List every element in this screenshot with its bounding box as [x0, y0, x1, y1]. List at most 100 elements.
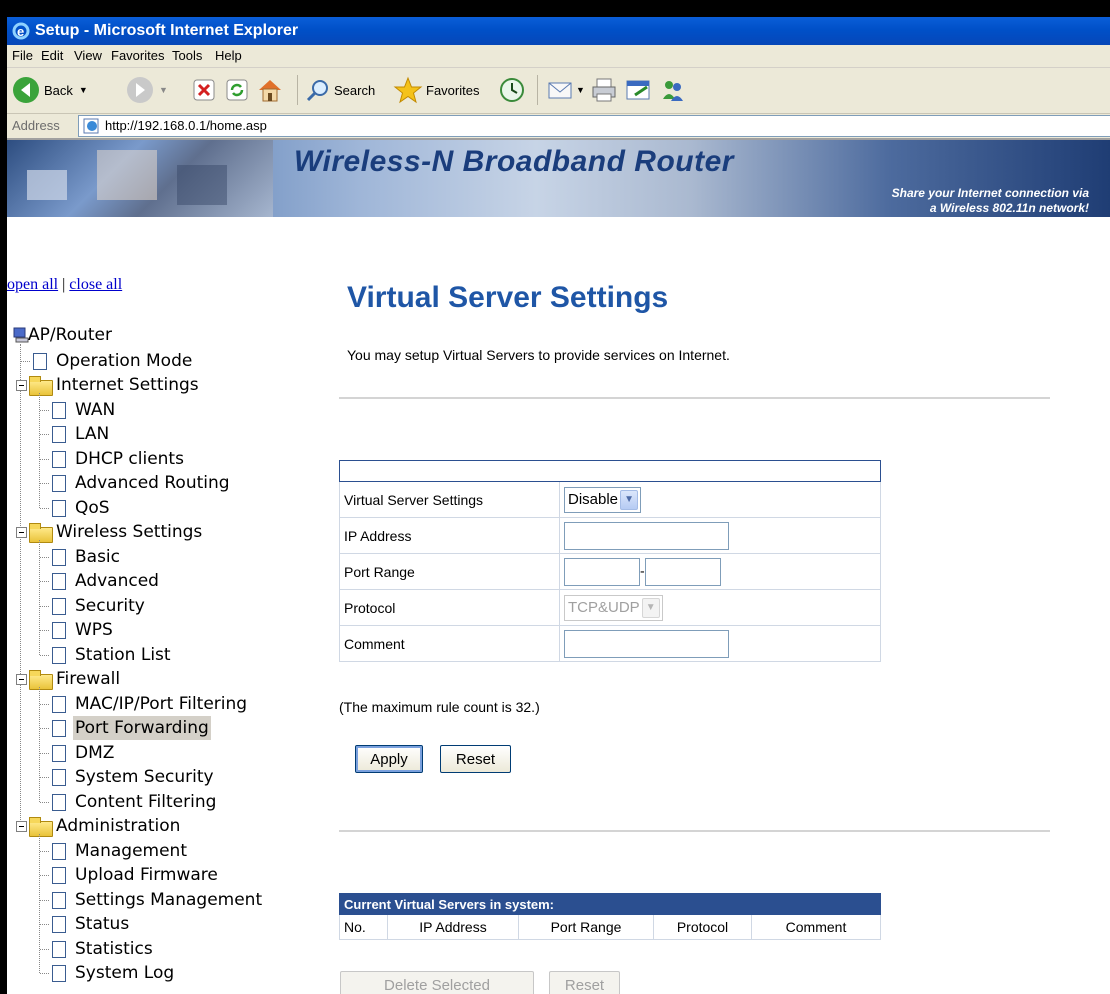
page-icon: [83, 118, 99, 134]
page-icon: [52, 769, 66, 786]
page-icon: [52, 891, 66, 909]
refresh-button[interactable]: [225, 74, 249, 106]
forward-button[interactable]: ▼: [126, 74, 168, 106]
page-title: Virtual Server Settings: [347, 281, 669, 314]
forward-arrow-icon: [127, 77, 153, 103]
protocol-select[interactable]: TCP&UDP ▼: [564, 594, 663, 621]
chevron-down-icon: ▼: [641, 597, 660, 618]
tree-branch: [21, 360, 30, 362]
page-icon: [33, 352, 47, 370]
router-icon: [13, 327, 29, 343]
settings-cell: Disable ▼: [559, 481, 881, 518]
favorites-button[interactable]: Favorites: [393, 74, 479, 106]
col-no: No.: [339, 914, 388, 940]
tree-label: Statistics: [75, 938, 153, 959]
page-icon: [52, 695, 66, 713]
tree-label: Wireless Settings: [56, 522, 203, 542]
virtual-server-select[interactable]: Disable ▼: [564, 486, 642, 513]
page-icon: [52, 646, 66, 664]
browser-window: e Setup - Microsoft Internet Explorer Fi…: [7, 17, 1110, 994]
tree-label: Content Filtering: [75, 791, 217, 812]
menu-edit[interactable]: Edit: [41, 45, 63, 67]
tree-branch: [40, 483, 49, 484]
svg-text:e: e: [17, 24, 24, 39]
tree-label: Settings Management: [75, 889, 263, 910]
tree-guide-line: [20, 344, 21, 828]
window-title: Setup - Microsoft Internet Explorer: [35, 22, 299, 39]
messenger-icon: [663, 81, 683, 101]
history-icon: [500, 78, 524, 102]
open-all-link[interactable]: open all: [7, 276, 58, 293]
edit-button[interactable]: [625, 74, 653, 106]
page-icon: [52, 426, 66, 443]
title-bar: e Setup - Microsoft Internet Explorer: [7, 17, 1110, 45]
page-icon: [52, 940, 66, 958]
max-rule-note: (The maximum rule count is 32.): [339, 699, 540, 715]
tree-label: Advanced: [75, 571, 159, 591]
close-all-link[interactable]: close all: [69, 276, 122, 293]
tree-label: MAC/IP/Port Filtering: [75, 693, 248, 714]
search-button[interactable]: Search: [305, 74, 375, 106]
menu-tools[interactable]: Tools: [172, 45, 202, 67]
delete-selected-button[interactable]: Delete Selected: [340, 971, 534, 994]
page-icon: [52, 867, 66, 884]
banner-subtitle-1: Share your Internet connection via: [891, 186, 1089, 200]
page-icon: [52, 744, 66, 762]
collapse-icon[interactable]: [16, 527, 27, 538]
tree-controls: open all | close all: [7, 276, 122, 294]
tree-root-label: AP/Router: [28, 325, 112, 345]
tree-guide-line: [39, 393, 40, 508]
col-protocol: Protocol: [653, 914, 752, 940]
port-from-input[interactable]: [564, 557, 640, 586]
ip-address-input[interactable]: [564, 521, 729, 550]
protocol-value: TCP&UDP: [568, 599, 640, 616]
favorites-label: Favorites: [426, 82, 480, 98]
search-icon: [306, 80, 328, 102]
history-button[interactable]: [498, 74, 526, 106]
menu-file[interactable]: File: [12, 45, 33, 67]
apply-button[interactable]: Apply: [355, 745, 423, 773]
settings-label: Virtual Server Settings: [339, 481, 560, 518]
collapse-icon[interactable]: [16, 380, 27, 391]
toolbar-separator: [297, 75, 298, 105]
tree-label: Firewall: [56, 669, 121, 689]
collapse-icon[interactable]: [16, 821, 27, 832]
print-button[interactable]: [590, 74, 618, 106]
home-icon: [259, 80, 281, 102]
menu-favorites[interactable]: Favorites: [111, 45, 164, 67]
tree-branch: [40, 654, 49, 656]
address-input[interactable]: http://192.168.0.1/home.asp: [78, 115, 1110, 137]
page-icon: [52, 573, 66, 590]
collapse-icon[interactable]: [16, 674, 27, 685]
comment-label: Comment: [339, 625, 560, 662]
tree-label: System Log: [75, 963, 175, 983]
divider: [339, 397, 1050, 399]
form-header: Virtual Server Settings: [339, 460, 881, 482]
tree-label: WPS: [75, 620, 113, 640]
back-button[interactable]: Back ▼: [12, 74, 88, 106]
ie-logo-icon: e: [12, 22, 30, 40]
back-dropdown-icon[interactable]: ▼: [79, 85, 88, 95]
tree-branch: [40, 605, 49, 607]
port-to-input[interactable]: [644, 557, 721, 586]
chevron-down-icon: ▼: [620, 489, 639, 510]
mail-dropdown-icon[interactable]: ▼: [576, 85, 585, 95]
comment-input[interactable]: [564, 629, 729, 658]
table-header-row: No. IP Address Port Range Protocol Comme…: [339, 914, 881, 940]
menu-view[interactable]: View: [74, 45, 102, 67]
page-icon: [52, 793, 66, 811]
stop-button[interactable]: [192, 74, 216, 106]
tree-label: Management: [75, 840, 187, 861]
forward-dropdown-icon[interactable]: ▼: [159, 85, 168, 95]
reset-button[interactable]: Reset: [440, 745, 511, 773]
reset-list-button[interactable]: Reset: [549, 971, 620, 994]
menu-help[interactable]: Help: [215, 45, 242, 67]
folder-icon: [29, 376, 53, 396]
tree-branch: [40, 458, 49, 460]
page-content: Wireless-N Broadband Router Share your I…: [7, 140, 1110, 994]
messenger-button[interactable]: [659, 74, 687, 106]
tree-label: Operation Mode: [56, 350, 193, 371]
search-label: Search: [334, 82, 376, 98]
home-button[interactable]: [256, 74, 284, 106]
mail-button[interactable]: ▼: [547, 74, 585, 106]
